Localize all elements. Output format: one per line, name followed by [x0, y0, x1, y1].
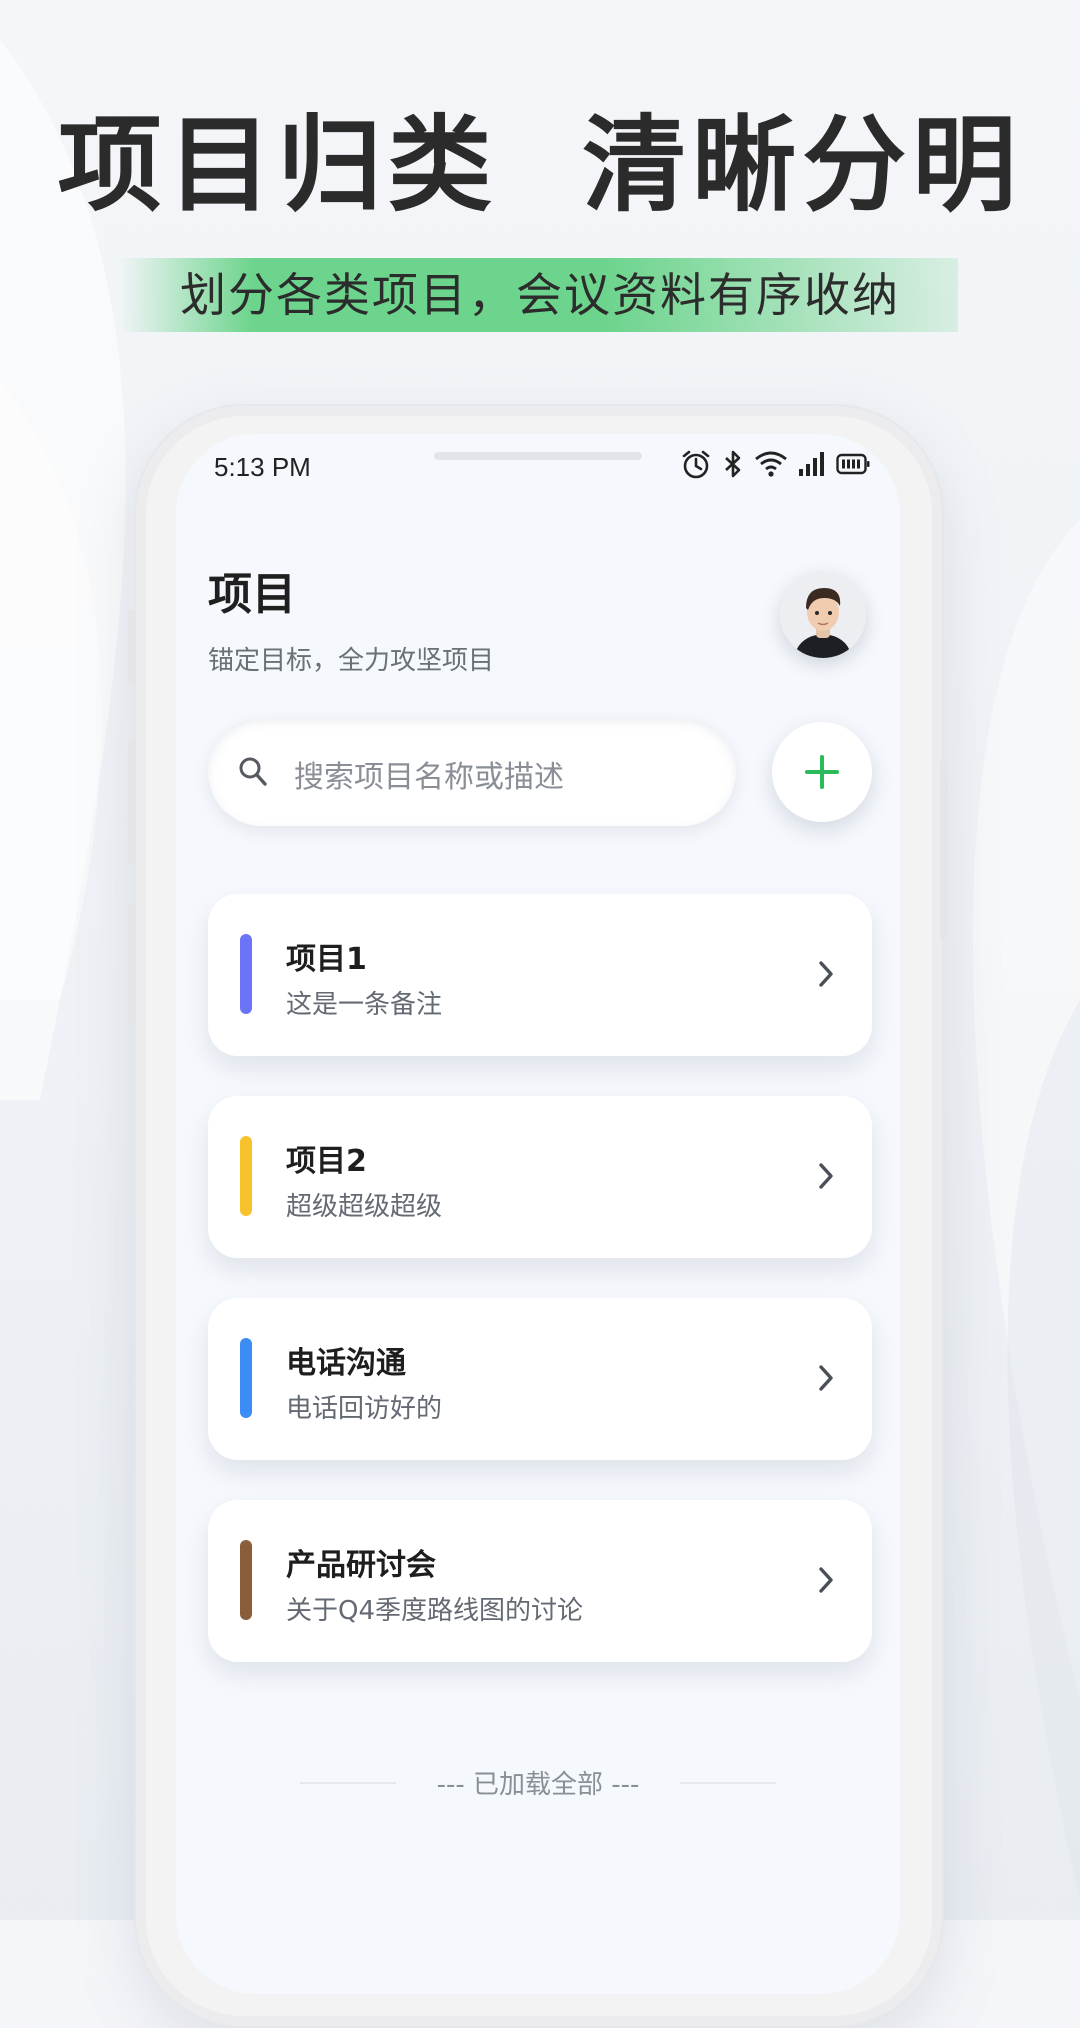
- project-card[interactable]: 项目2 超级超级超级: [208, 1096, 872, 1258]
- project-card[interactable]: 项目1 这是一条备注: [208, 894, 872, 1056]
- chevron-right-icon: [816, 1160, 836, 1196]
- chevron-right-icon: [816, 1362, 836, 1398]
- project-description: 这是一条备注: [286, 990, 443, 1020]
- project-title: 项目1: [286, 942, 367, 977]
- status-icons: [680, 448, 870, 480]
- page-title: 项目: [208, 569, 296, 620]
- add-project-button[interactable]: [772, 722, 872, 822]
- wifi-icon: [754, 449, 788, 479]
- project-card[interactable]: 电话沟通 电话回访好的: [208, 1298, 872, 1460]
- project-card[interactable]: 产品研讨会 关于Q4季度路线图的讨论: [208, 1500, 872, 1662]
- project-color-bar: [240, 1540, 252, 1620]
- bluetooth-icon: [722, 448, 744, 480]
- project-title: 电话沟通: [286, 1346, 406, 1381]
- project-description: 关于Q4季度路线图的讨论: [286, 1596, 584, 1626]
- phone-side-button: [940, 760, 948, 940]
- project-description: 超级超级超级: [286, 1192, 443, 1222]
- phone-side-button: [128, 740, 136, 864]
- avatar-illustration: [780, 572, 866, 658]
- search-icon: [238, 756, 268, 792]
- status-time: 5:13 PM: [214, 452, 311, 482]
- phone-screen: 5:13 PM 项目 锚定目标，全力攻坚项目 搜索项目名称或描述 项目1 这是一…: [176, 434, 900, 1994]
- plus-icon: [804, 754, 840, 794]
- signal-icon: [798, 451, 826, 477]
- search-placeholder: 搜索项目名称或描述: [294, 760, 564, 795]
- promo-subtitle: 划分各类项目，会议资料有序收纳: [180, 268, 900, 322]
- battery-icon: [836, 452, 870, 476]
- project-color-bar: [240, 934, 252, 1014]
- project-color-bar: [240, 1338, 252, 1418]
- page-subtitle: 锚定目标，全力攻坚项目: [208, 646, 495, 676]
- chevron-right-icon: [816, 1564, 836, 1600]
- project-color-bar: [240, 1136, 252, 1216]
- alarm-icon: [680, 448, 712, 480]
- promo-title: 项目归类 清晰分明: [57, 104, 1023, 226]
- phone-side-button: [128, 902, 136, 1026]
- phone-side-button: [128, 610, 136, 684]
- speaker-notch: [434, 452, 642, 460]
- chevron-right-icon: [816, 958, 836, 994]
- project-description: 电话回访好的: [286, 1394, 443, 1424]
- user-avatar[interactable]: [780, 572, 866, 658]
- project-title: 产品研讨会: [286, 1548, 436, 1583]
- list-end-text: --- 已加载全部 ---: [436, 1770, 640, 1800]
- search-input[interactable]: 搜索项目名称或描述: [208, 718, 736, 826]
- project-title: 项目2: [286, 1144, 367, 1179]
